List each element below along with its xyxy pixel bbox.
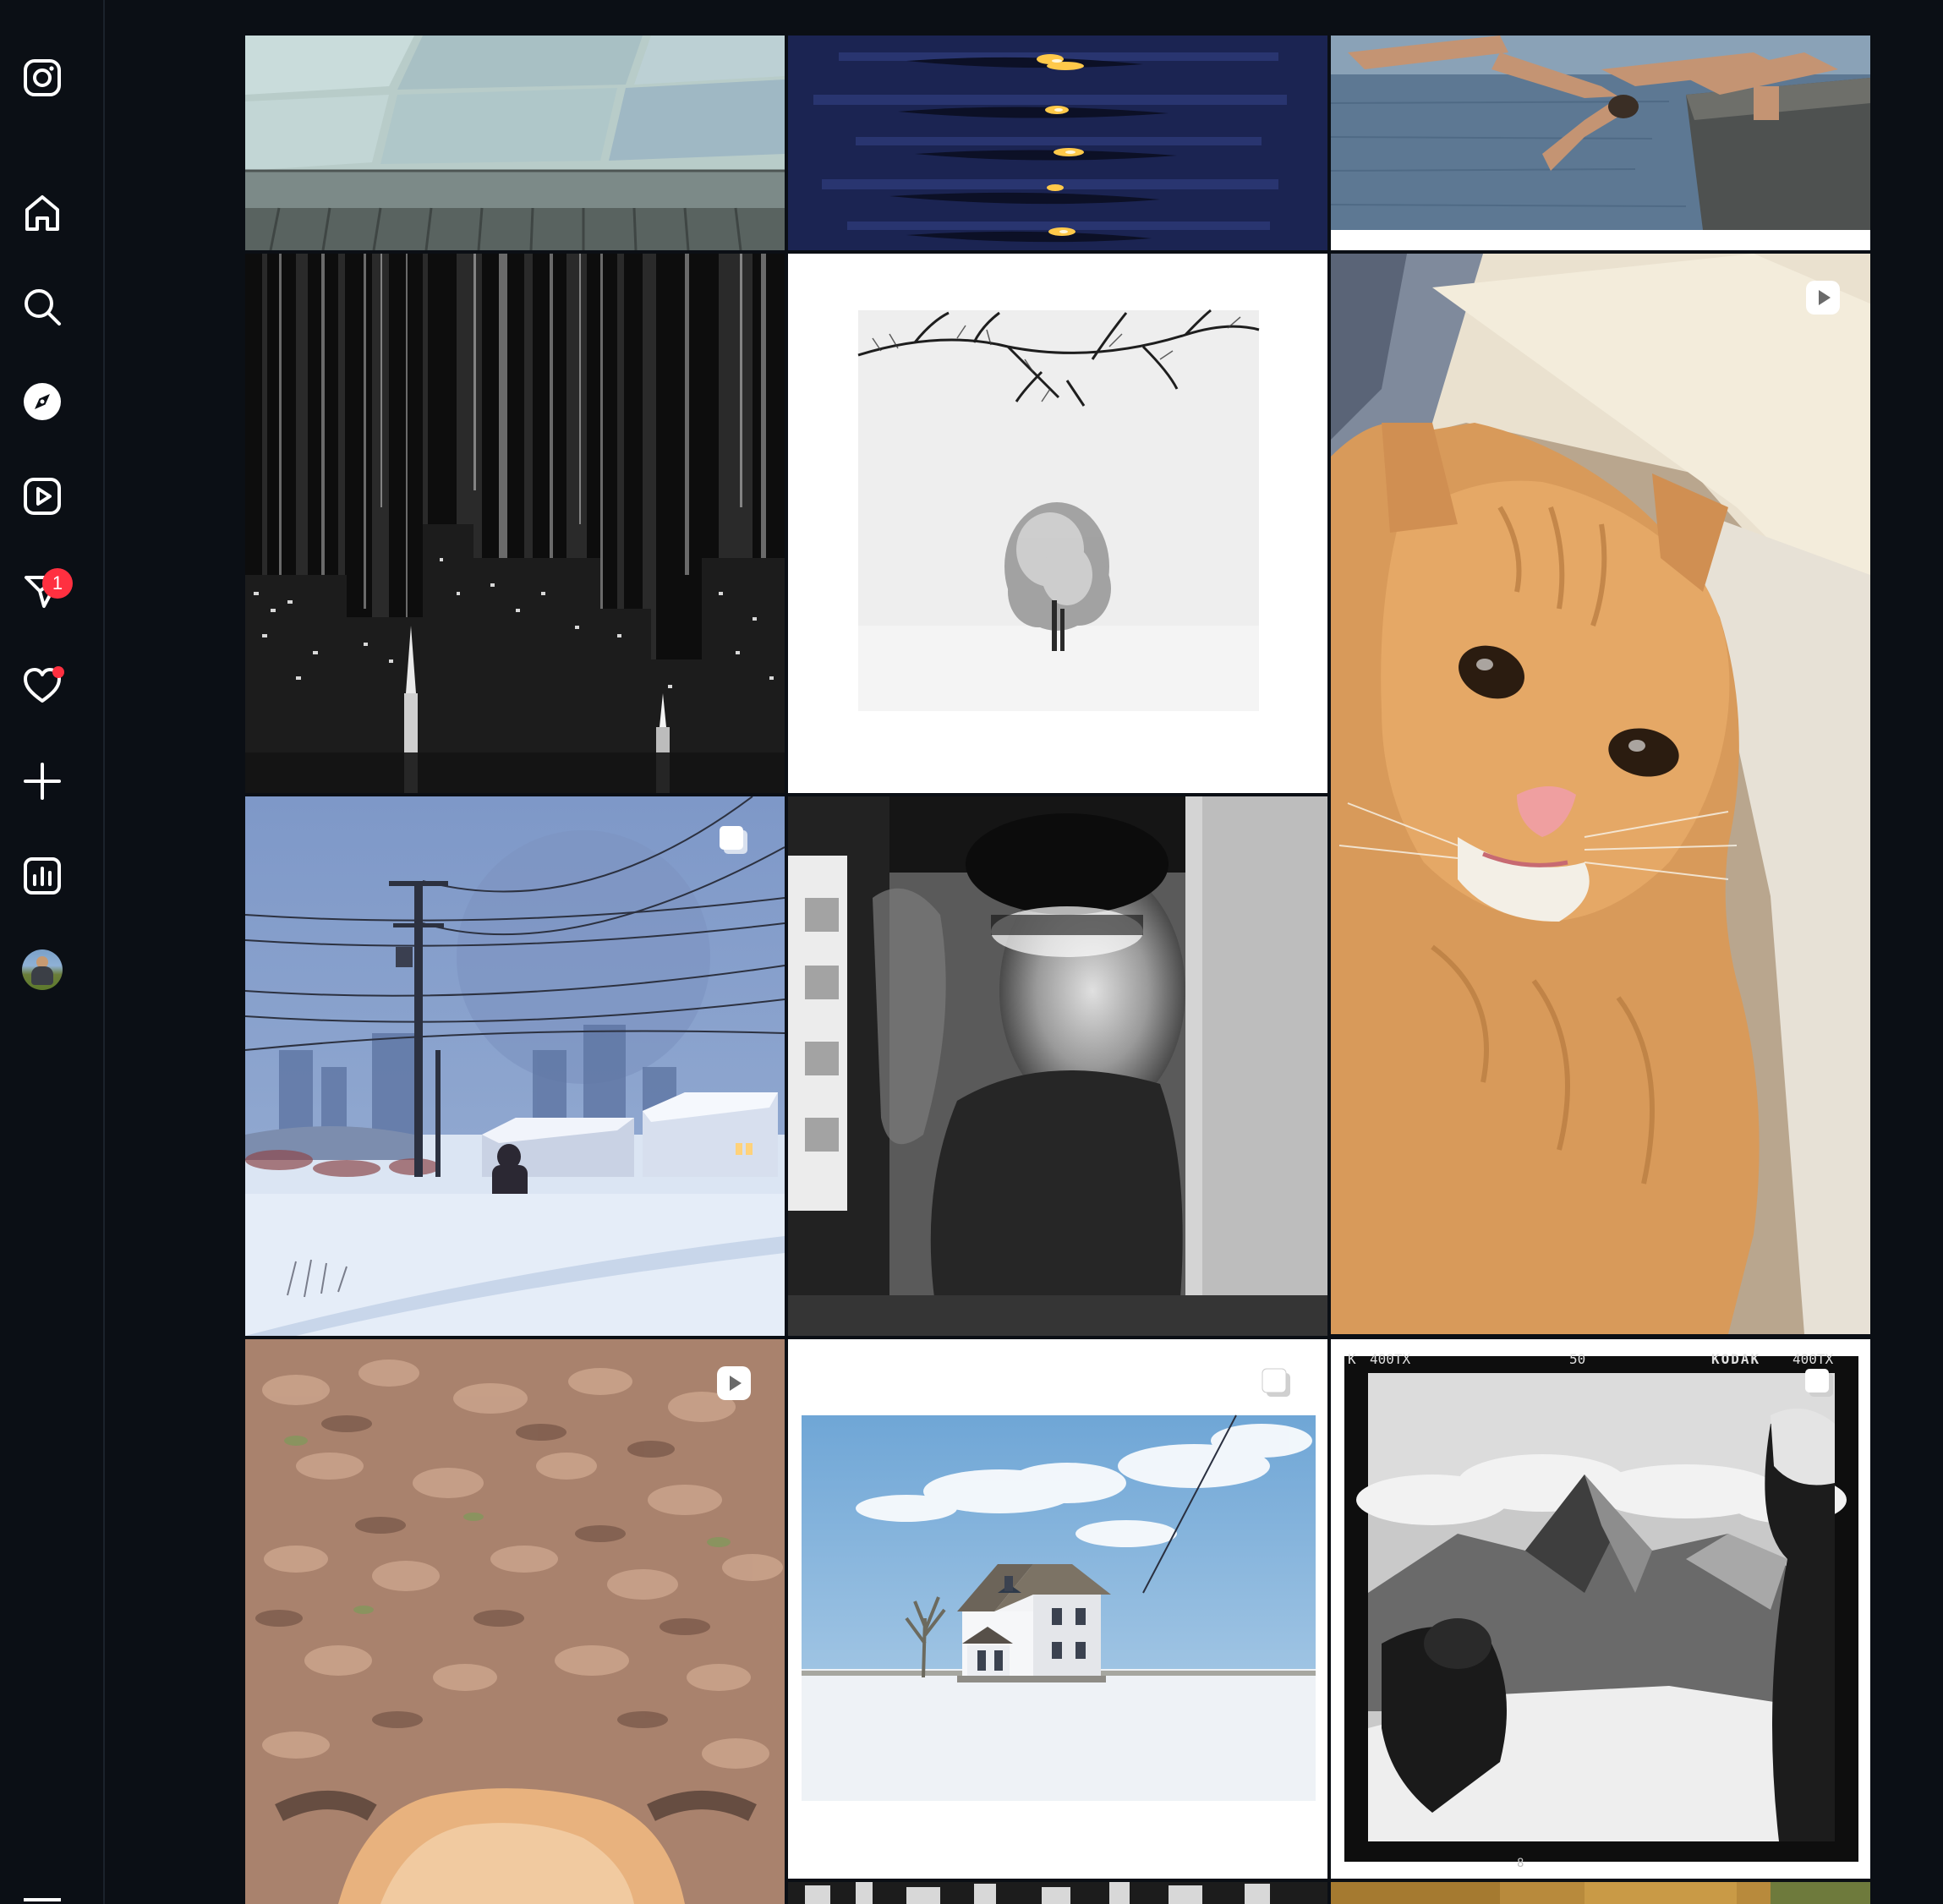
carousel-icon (720, 826, 747, 854)
post-image-divers (1331, 36, 1870, 250)
reel-badge (715, 1365, 753, 1402)
post-image-fox-leaves (245, 1339, 785, 1904)
post-image-winter-power-lines (245, 796, 785, 1336)
sidebar: 1 (0, 0, 105, 1904)
carousel-badge (1258, 1365, 1295, 1402)
reel-play-icon (717, 1366, 751, 1400)
film-brand: KODAK (1711, 1351, 1761, 1367)
post-tile[interactable] (788, 1882, 1327, 1904)
post-image-partial-bw (788, 1882, 1327, 1904)
post-image-city-bw (245, 254, 785, 793)
nav-dashboard[interactable] (0, 841, 85, 911)
search-icon (25, 289, 61, 326)
nav-notifications[interactable] (0, 651, 85, 720)
nav-reels[interactable] (0, 462, 85, 531)
plus-icon (24, 763, 61, 800)
post-tile[interactable]: K 400TX 50 KODAK 400TX 8 (1331, 1339, 1870, 1879)
explore-grid: K 400TX 50 KODAK 400TX 8 (245, 0, 1872, 1904)
messages-badge: 1 (42, 568, 73, 599)
post-image-partial-warm (1331, 1882, 1870, 1904)
film-edge-top: K 400TX 50 KODAK 400TX (1348, 1351, 1855, 1371)
post-image-water-reflections (788, 36, 1327, 250)
reels-icon (24, 478, 61, 515)
reel-badge (1804, 279, 1842, 316)
post-image-blurred-portrait (788, 796, 1327, 1336)
nav-explore[interactable] (0, 367, 85, 436)
post-tile[interactable] (1331, 254, 1870, 1334)
notification-dot (52, 666, 64, 678)
film-edge-bottom: 8 (1517, 1857, 1524, 1870)
post-tile[interactable] (788, 1339, 1327, 1879)
post-tile[interactable] (245, 796, 785, 1336)
instagram-icon (24, 59, 61, 96)
post-tile[interactable] (788, 796, 1327, 1336)
carousel-badge (715, 822, 753, 859)
sidebar-more-indicator (24, 1898, 61, 1901)
post-tile[interactable] (245, 36, 785, 250)
compass-icon (24, 383, 61, 420)
carousel-icon (1805, 1369, 1833, 1397)
film-code-left: K (1348, 1351, 1356, 1367)
instagram-logo[interactable] (0, 43, 85, 112)
nav-profile[interactable] (0, 935, 85, 1004)
carousel-badge (1801, 1365, 1838, 1402)
nav-search[interactable] (0, 272, 85, 342)
post-image-snow-tree (788, 254, 1327, 793)
post-tile[interactable] (1331, 1882, 1870, 1904)
avatar (22, 949, 63, 990)
post-tile[interactable] (788, 36, 1327, 250)
post-tile[interactable] (245, 1339, 785, 1904)
nav-home[interactable] (0, 178, 85, 248)
reel-play-icon (1806, 281, 1840, 315)
post-image-mountain-film (1331, 1339, 1870, 1879)
post-image-sidewalk (245, 36, 785, 250)
home-icon (25, 195, 59, 231)
post-tile[interactable] (1331, 36, 1870, 250)
nav-create[interactable] (0, 747, 85, 816)
post-tile[interactable] (245, 254, 785, 793)
post-image-cat (1331, 254, 1870, 1334)
app-window: 1 K 400TX 50 KODAK 400TX 8 (0, 0, 1943, 1904)
film-bottom-frame: 8 (1517, 1857, 1524, 1870)
chart-icon (24, 857, 61, 895)
post-tile[interactable] (788, 254, 1327, 793)
post-image-white-house (788, 1339, 1327, 1879)
nav-messages[interactable]: 1 (0, 556, 85, 626)
film-code-1: 400TX (1370, 1351, 1411, 1367)
carousel-icon (1262, 1368, 1290, 1397)
film-frame-number: 50 (1569, 1351, 1586, 1367)
